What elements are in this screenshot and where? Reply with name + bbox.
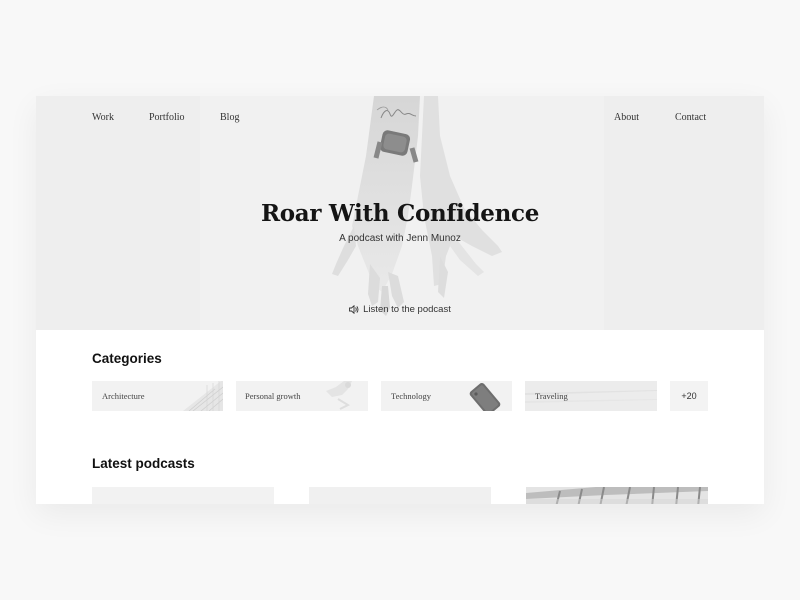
podcast-thumbnail-2[interactable] [309,487,491,504]
page-subtitle: A podcast with Jenn Munoz [339,233,461,244]
listen-label: Listen to the podcast [363,304,451,315]
podcast-thumbnail-3[interactable] [526,487,708,504]
nav-portfolio[interactable]: Portfolio [149,112,185,123]
listen-button[interactable]: Listen to the podcast [36,304,764,315]
category-personal-growth[interactable]: Personal growth [236,381,368,411]
category-label: Traveling [535,391,568,401]
technology-thumbnail [469,382,501,411]
category-architecture[interactable]: Architecture [92,381,223,411]
hero-section: Work Portfolio Blog About Contact Roar W… [36,96,764,330]
category-label: Personal growth [245,391,301,401]
category-label: Architecture [102,391,145,401]
architecture-thumbnail [183,381,223,411]
category-traveling[interactable]: Traveling [525,381,657,411]
page-card: Work Portfolio Blog About Contact Roar W… [36,96,764,504]
more-categories-button[interactable]: +20 [670,381,708,411]
podcast-thumbnail-3-image [526,487,708,504]
nav-about[interactable]: About [614,112,639,123]
categories-heading: Categories [92,351,162,366]
category-label: Technology [391,391,432,401]
page-title: Roar With Confidence [260,200,540,227]
nav-contact[interactable]: Contact [675,112,706,123]
latest-podcasts-heading: Latest podcasts [92,456,195,471]
personal-growth-thumbnail [326,381,352,410]
category-technology[interactable]: Technology [381,381,512,411]
nav-blog[interactable]: Blog [220,112,239,123]
podcast-thumbnail-1[interactable] [92,487,274,504]
speaker-icon [349,304,359,315]
nav-work[interactable]: Work [92,112,114,123]
